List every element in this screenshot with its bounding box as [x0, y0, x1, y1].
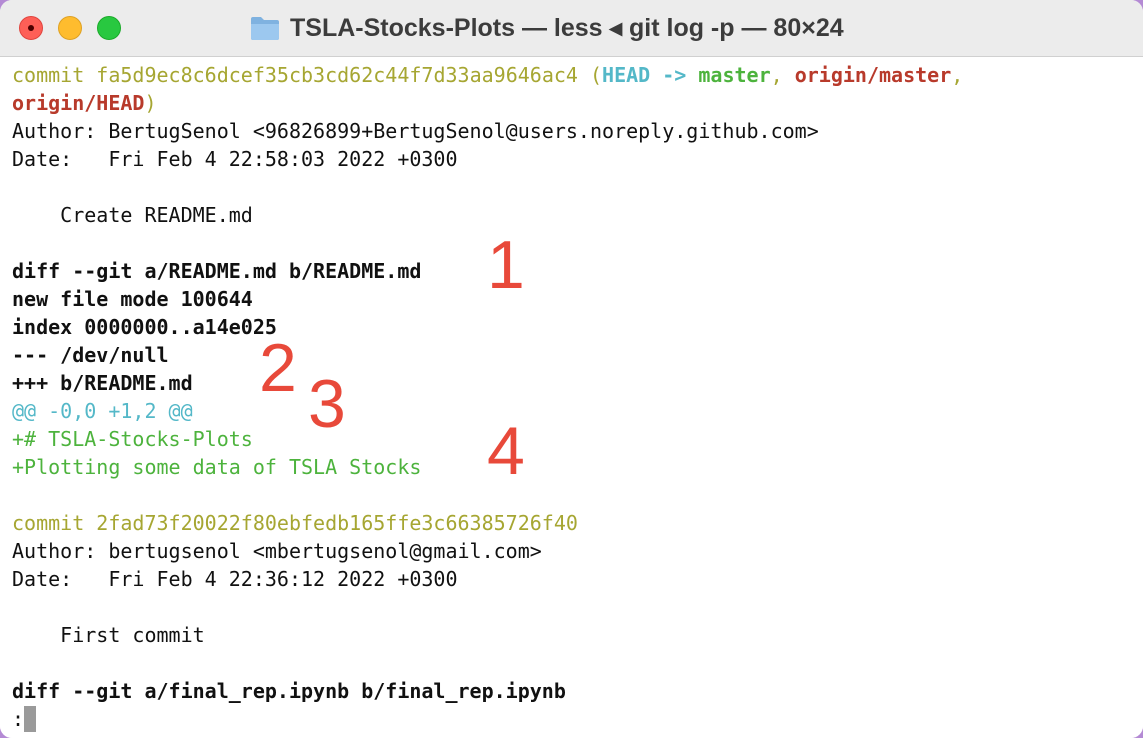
diff-header: diff --git a/final_rep.ipynb b/final_rep…	[12, 679, 566, 703]
ref-comma: ,	[770, 63, 783, 87]
commit-line: commit fa5d9ec8c6dcef35cb3cd62c44f7d33aa…	[12, 61, 963, 89]
annotation-4: 4	[487, 413, 525, 489]
less-prompt[interactable]: :	[12, 705, 37, 733]
window-title: TSLA-Stocks-Plots — less ◂ git log -p — …	[290, 14, 844, 42]
index-line: index 0000000..a14e025	[12, 315, 277, 339]
date-line: Date: Fri Feb 4 22:58:03 2022 +0300	[12, 147, 458, 171]
window-title-group: TSLA-Stocks-Plots — less ◂ git log -p — …	[250, 12, 844, 44]
prompt-colon: :	[12, 707, 25, 731]
terminal-window: TSLA-Stocks-Plots — less ◂ git log -p — …	[0, 0, 1143, 738]
commit-message: Create README.md	[12, 203, 253, 227]
plus-file-line: +++ b/README.md	[12, 371, 193, 395]
date-line: Date: Fri Feb 4 22:36:12 2022 +0300	[12, 567, 458, 591]
ref-paren-close: )	[144, 91, 157, 115]
commit-line: commit 2fad73f20022f80ebfedb165ffe3c6638…	[12, 511, 578, 535]
minus-file-line: --- /dev/null	[12, 343, 169, 367]
commit-message: First commit	[12, 623, 205, 647]
commit-hash: fa5d9ec8c6dcef35cb3cd62c44f7d33aa9646ac4	[96, 63, 578, 87]
ref-comma: ,	[951, 63, 964, 87]
close-button[interactable]	[19, 16, 43, 40]
minimize-button[interactable]	[58, 16, 82, 40]
annotation-1: 1	[487, 227, 525, 303]
diff-header: diff --git a/README.md b/README.md	[12, 259, 422, 283]
added-line: +# TSLA-Stocks-Plots	[12, 427, 253, 451]
terminal-output[interactable]: commit fa5d9ec8c6dcef35cb3cd62c44f7d33aa…	[0, 57, 1143, 738]
ref-paren-open: (	[589, 63, 603, 87]
branch-origin-master: origin/master	[794, 63, 952, 87]
title-bar[interactable]: TSLA-Stocks-Plots — less ◂ git log -p — …	[0, 0, 1143, 57]
author-line: Author: BertugSenol <96826899+BertugSeno…	[12, 119, 819, 143]
annotation-3: 3	[308, 366, 346, 442]
added-line: +Plotting some data of TSLA Stocks	[12, 455, 422, 479]
branch-master: master	[698, 63, 771, 87]
author-line: Author: bertugsenol <mbertugsenol@gmail.…	[12, 539, 542, 563]
commit-label: commit	[12, 63, 85, 87]
zoom-button[interactable]	[97, 16, 121, 40]
head-ref: HEAD ->	[602, 63, 687, 87]
branch-origin-head: origin/HEAD	[12, 91, 145, 115]
new-file-mode: new file mode 100644	[12, 287, 253, 311]
commit-line-wrap: origin/HEAD)	[12, 89, 157, 117]
hunk-header: @@ -0,0 +1,2 @@	[12, 399, 193, 423]
folder-icon	[251, 17, 279, 40]
text-cursor	[24, 706, 37, 732]
annotation-2: 2	[259, 330, 297, 406]
